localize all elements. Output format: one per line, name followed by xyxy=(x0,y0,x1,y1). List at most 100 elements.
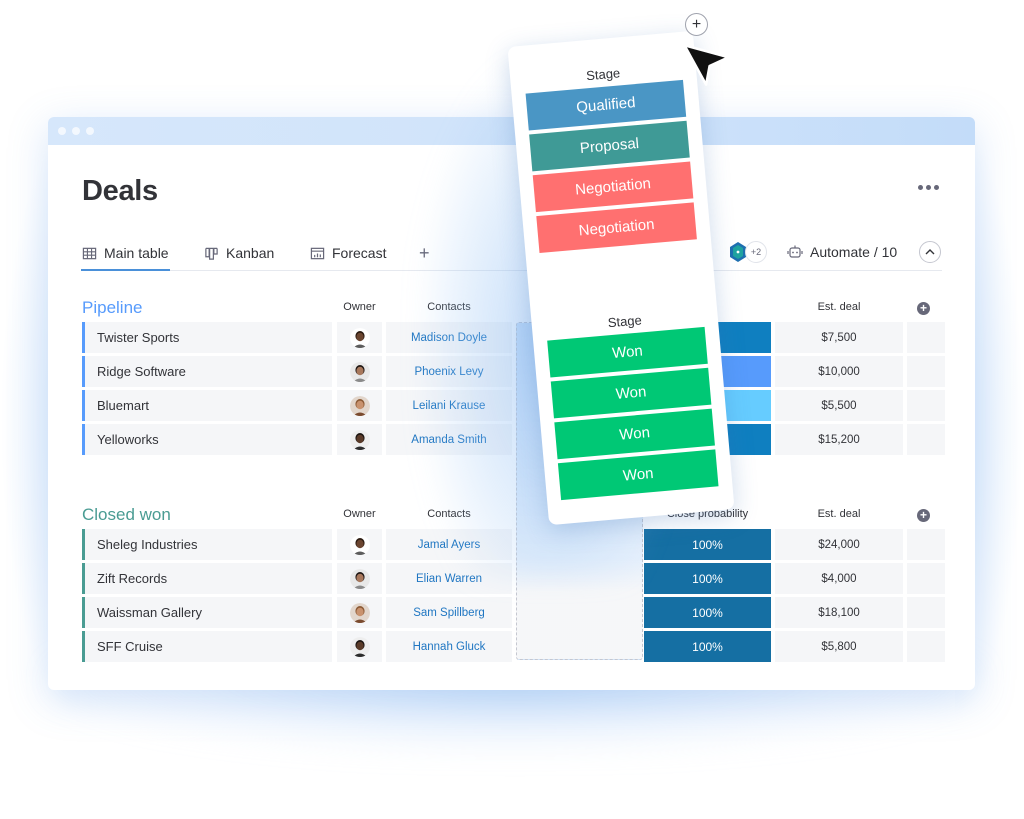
close-probability-value: 100% xyxy=(692,639,723,654)
owner-cell[interactable] xyxy=(337,356,382,387)
owner-cell[interactable] xyxy=(337,563,382,594)
avatar[interactable] xyxy=(349,534,370,555)
est-deal-value: $4,000 xyxy=(821,572,857,585)
owner-cell[interactable] xyxy=(337,322,382,353)
empty-cell[interactable] xyxy=(907,529,945,560)
deal-name: Bluemart xyxy=(97,398,150,413)
contact-cell[interactable]: Madison Doyle xyxy=(386,322,512,353)
tab-label: Kanban xyxy=(226,245,275,261)
column-header-est-deal[interactable]: Est. deal xyxy=(775,508,903,520)
window-dot-icon[interactable] xyxy=(58,127,66,135)
add-icon[interactable]: + xyxy=(685,13,708,36)
contact-link[interactable]: Jamal Ayers xyxy=(418,539,480,551)
est-deal-cell[interactable]: $15,200 xyxy=(775,424,903,455)
kanban-icon xyxy=(205,247,218,260)
deal-name-cell[interactable]: Twister Sports xyxy=(82,322,332,353)
empty-cell[interactable] xyxy=(907,597,945,628)
empty-cell[interactable] xyxy=(907,356,945,387)
est-deal-cell[interactable]: $24,000 xyxy=(775,529,903,560)
deal-name: Zift Records xyxy=(97,571,168,586)
tab-label: Forecast xyxy=(332,245,387,261)
close-probability-cell[interactable]: 100% xyxy=(644,529,771,560)
contact-cell[interactable]: Hannah Gluck xyxy=(386,631,512,662)
avatar[interactable] xyxy=(349,568,370,589)
contact-cell[interactable]: Phoenix Levy xyxy=(386,356,512,387)
mouse-cursor-icon xyxy=(683,44,730,86)
add-view-button[interactable]: + xyxy=(419,243,430,264)
contact-link[interactable]: Sam Spillberg xyxy=(413,607,485,619)
extra-members-badge[interactable]: +2 xyxy=(745,241,767,263)
avatar[interactable] xyxy=(349,395,370,416)
owner-cell[interactable] xyxy=(337,631,382,662)
column-header-est-deal[interactable]: Est. deal xyxy=(775,301,903,313)
deal-name-cell[interactable]: Ridge Software xyxy=(82,356,332,387)
deal-name: Ridge Software xyxy=(97,364,186,379)
empty-cell[interactable] xyxy=(907,424,945,455)
avatar[interactable] xyxy=(349,602,370,623)
est-deal-cell[interactable]: $10,000 xyxy=(775,356,903,387)
deal-name-cell[interactable]: Waissman Gallery xyxy=(82,597,332,628)
deal-name-cell[interactable]: SFF Cruise xyxy=(82,631,332,662)
window-dot-icon[interactable] xyxy=(72,127,80,135)
owner-cell[interactable] xyxy=(337,390,382,421)
automate-label: Automate / 10 xyxy=(810,244,898,260)
contact-link[interactable]: Madison Doyle xyxy=(411,332,487,344)
deal-name-cell[interactable]: Yelloworks xyxy=(82,424,332,455)
more-options-icon[interactable] xyxy=(918,185,939,190)
avatar[interactable] xyxy=(349,429,370,450)
contact-cell[interactable]: Amanda Smith xyxy=(386,424,512,455)
automate-button[interactable]: Automate / 10 xyxy=(787,244,897,260)
est-deal-cell[interactable]: $18,100 xyxy=(775,597,903,628)
contact-cell[interactable]: Sam Spillberg xyxy=(386,597,512,628)
est-deal-cell[interactable]: $5,800 xyxy=(775,631,903,662)
column-header-contacts[interactable]: Contacts xyxy=(386,301,512,313)
collapse-header-button[interactable] xyxy=(919,241,942,263)
group-title-closed-won[interactable]: Closed won xyxy=(82,505,171,525)
contact-link[interactable]: Hannah Gluck xyxy=(413,641,486,653)
empty-cell[interactable] xyxy=(907,322,945,353)
est-deal-value: $24,000 xyxy=(818,538,860,551)
avatar[interactable] xyxy=(349,327,370,348)
column-header-contacts[interactable]: Contacts xyxy=(386,508,512,520)
window-dot-icon[interactable] xyxy=(86,127,94,135)
deal-name-cell[interactable]: Sheleg Industries xyxy=(82,529,332,560)
contact-cell[interactable]: Elian Warren xyxy=(386,563,512,594)
est-deal-cell[interactable]: $5,500 xyxy=(775,390,903,421)
tab-kanban[interactable]: Kanban xyxy=(204,245,274,261)
close-probability-cell[interactable]: 100% xyxy=(644,631,771,662)
deal-name-cell[interactable]: Bluemart xyxy=(82,390,332,421)
contact-link[interactable]: Elian Warren xyxy=(416,573,482,585)
contact-cell[interactable]: Jamal Ayers xyxy=(386,529,512,560)
close-probability-cell[interactable]: 100% xyxy=(644,597,771,628)
contact-cell[interactable]: Leilani Krause xyxy=(386,390,512,421)
add-column-icon[interactable]: + xyxy=(917,302,930,315)
owner-cell[interactable] xyxy=(337,597,382,628)
tab-main-table[interactable]: Main table xyxy=(81,245,170,271)
window-titlebar xyxy=(48,117,975,145)
est-deal-value: $5,800 xyxy=(821,640,857,653)
add-column-icon[interactable]: + xyxy=(917,509,930,522)
avatar[interactable] xyxy=(349,361,370,382)
contact-link[interactable]: Amanda Smith xyxy=(411,434,486,446)
owner-cell[interactable] xyxy=(337,424,382,455)
empty-cell[interactable] xyxy=(907,563,945,594)
contact-link[interactable]: Phoenix Levy xyxy=(414,366,483,378)
tab-forecast[interactable]: Forecast xyxy=(310,245,386,261)
chevron-up-icon xyxy=(925,249,935,255)
close-probability-cell[interactable]: 100% xyxy=(644,563,771,594)
tab-label: Main table xyxy=(104,245,169,261)
deal-name-cell[interactable]: Zift Records xyxy=(82,563,332,594)
empty-cell[interactable] xyxy=(907,631,945,662)
column-header-owner[interactable]: Owner xyxy=(337,301,382,313)
est-deal-value: $5,500 xyxy=(821,399,857,412)
close-probability-value: 100% xyxy=(692,571,723,586)
avatar[interactable] xyxy=(349,636,370,657)
owner-cell[interactable] xyxy=(337,529,382,560)
est-deal-cell[interactable]: $4,000 xyxy=(775,563,903,594)
est-deal-cell[interactable]: $7,500 xyxy=(775,322,903,353)
column-header-owner[interactable]: Owner xyxy=(337,508,382,520)
group-title-pipeline[interactable]: Pipeline xyxy=(82,298,143,318)
empty-cell[interactable] xyxy=(907,390,945,421)
member-avatar-icon[interactable] xyxy=(730,242,746,262)
contact-link[interactable]: Leilani Krause xyxy=(413,400,486,412)
